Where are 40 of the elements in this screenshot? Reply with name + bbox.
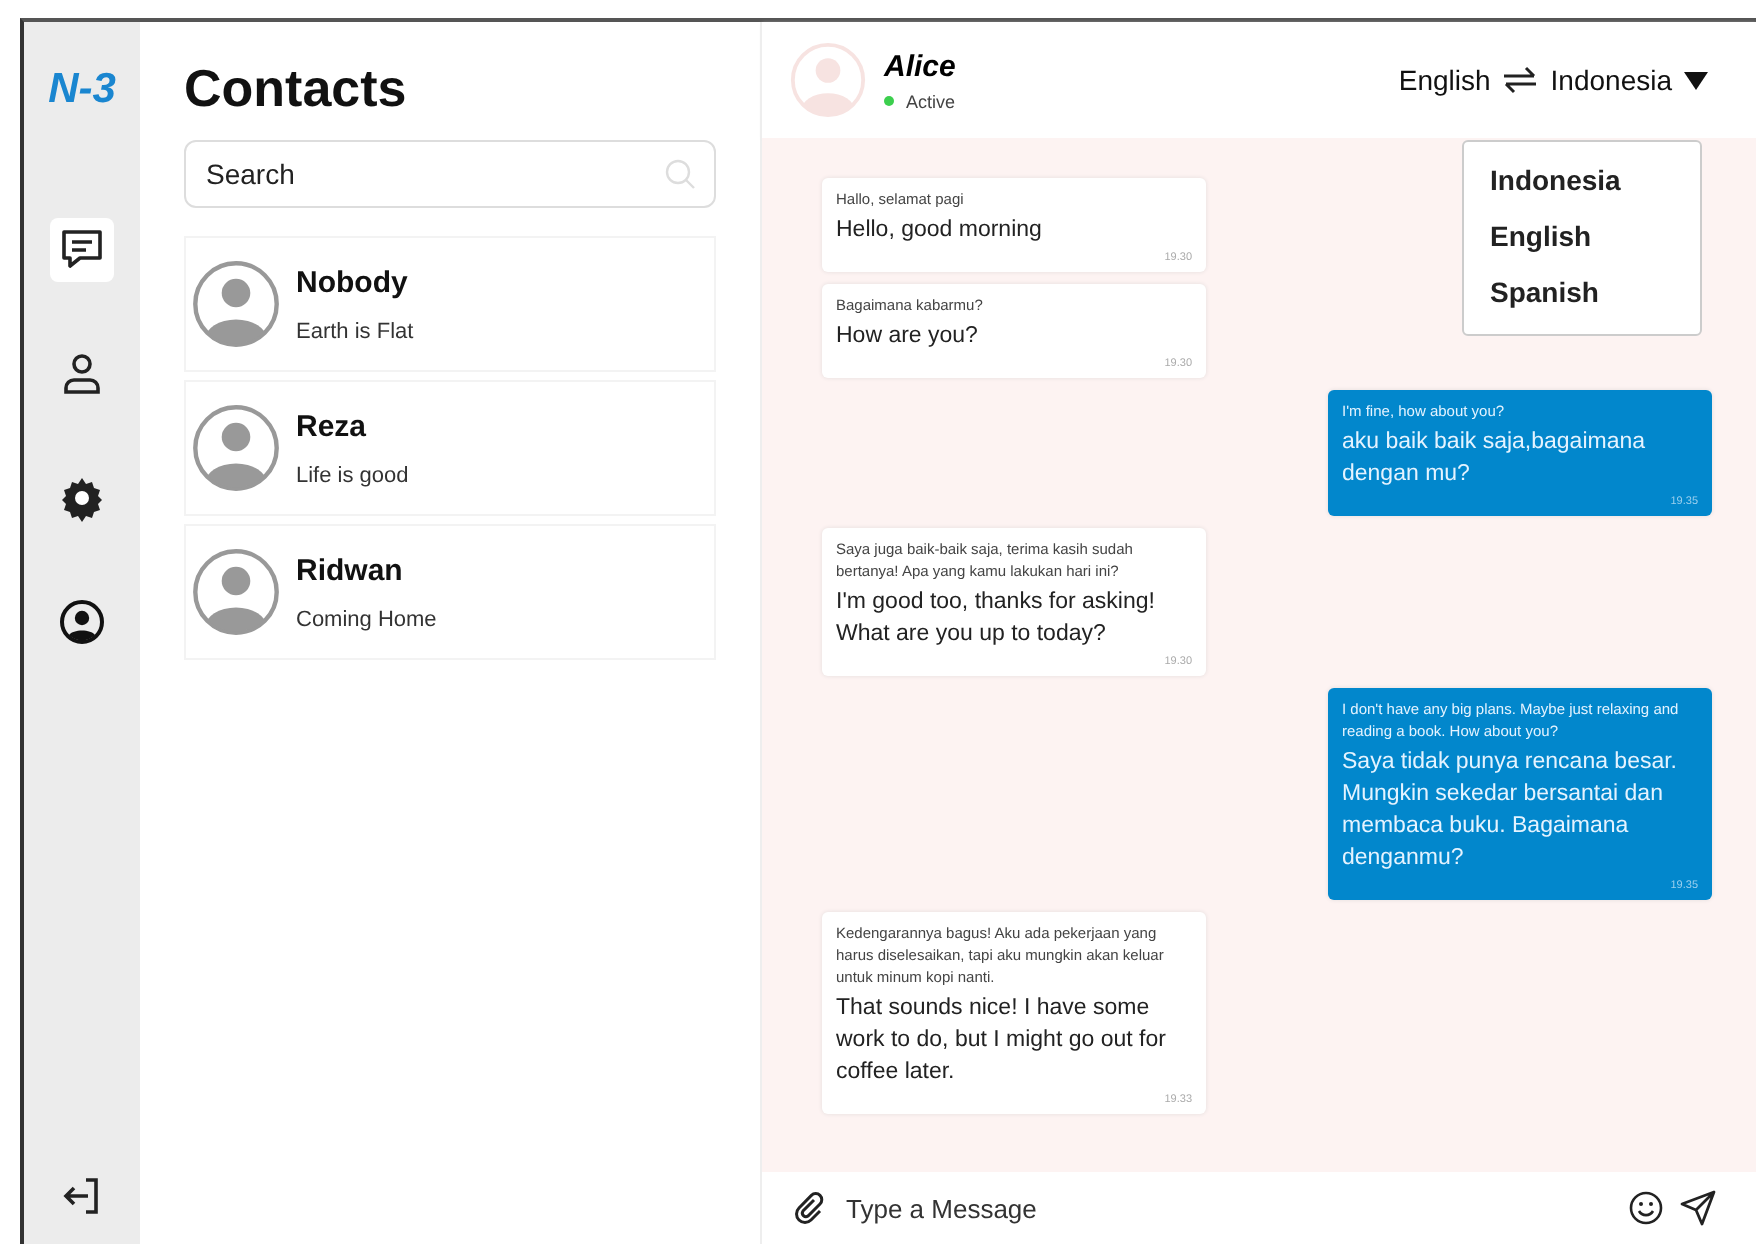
avatar-icon (192, 404, 280, 492)
contact-item[interactable]: Ridwan Coming Home (184, 524, 716, 660)
translated-text: Hello, good morning (836, 216, 1044, 246)
contact-status: Active (906, 91, 956, 111)
contact-item[interactable]: Reza Life is good (184, 380, 716, 516)
contact-name: Ridwan (296, 553, 405, 587)
translated-text: How are you? (836, 322, 980, 352)
translated-text: That sounds nice! I have some work to do, but I might go out for coffee later. (836, 994, 1168, 1088)
language-option[interactable]: Spanish (1464, 266, 1625, 322)
chat-contact-name: Alice (884, 49, 956, 83)
contact-status: Earth is Flat (296, 319, 414, 343)
message-field[interactable]: Type a Message (842, 1191, 1612, 1225)
source-language[interactable]: English (1398, 64, 1491, 96)
contact-name: Reza (296, 409, 369, 443)
emoji-icon[interactable] (1628, 1190, 1664, 1226)
translated-text: Saya tidak punya rencana besar. Mungkin sekedar bersantai dan membaca buku. Bagaimana denganmu? (1342, 748, 1680, 874)
app-logo: N-3 (48, 66, 116, 114)
contact-status: Life is good (296, 463, 409, 487)
chat-icon (58, 226, 106, 274)
target-language[interactable]: Indonesia (1550, 64, 1672, 96)
avatar-icon (192, 260, 280, 348)
swap-icon[interactable] (1502, 66, 1539, 94)
contact-status: Coming Home (296, 607, 437, 631)
search-field[interactable]: Search (184, 140, 716, 208)
avatar-icon (192, 548, 280, 636)
contacts-title: Contacts (184, 58, 409, 120)
nav-button[interactable] (50, 218, 114, 282)
dropdown-caret-icon[interactable] (1684, 71, 1708, 89)
translated-text: aku baik baik saja,bagaimana dengan mu? (1342, 428, 1648, 490)
account-icon (58, 598, 106, 646)
language-option[interactable]: Indonesia (1464, 154, 1647, 210)
person-icon (58, 350, 106, 398)
settings-icon (58, 474, 106, 522)
send-icon[interactable] (1680, 1190, 1716, 1226)
paperclip-icon[interactable] (794, 1192, 826, 1224)
avatar-icon (790, 42, 866, 118)
translated-text: I'm good too, thanks for asking! What are you up to today? (836, 588, 1157, 650)
contact-item[interactable]: Nobody Earth is Flat (184, 236, 716, 372)
contact-name: Nobody (296, 265, 410, 299)
language-option[interactable]: English (1464, 210, 1618, 266)
